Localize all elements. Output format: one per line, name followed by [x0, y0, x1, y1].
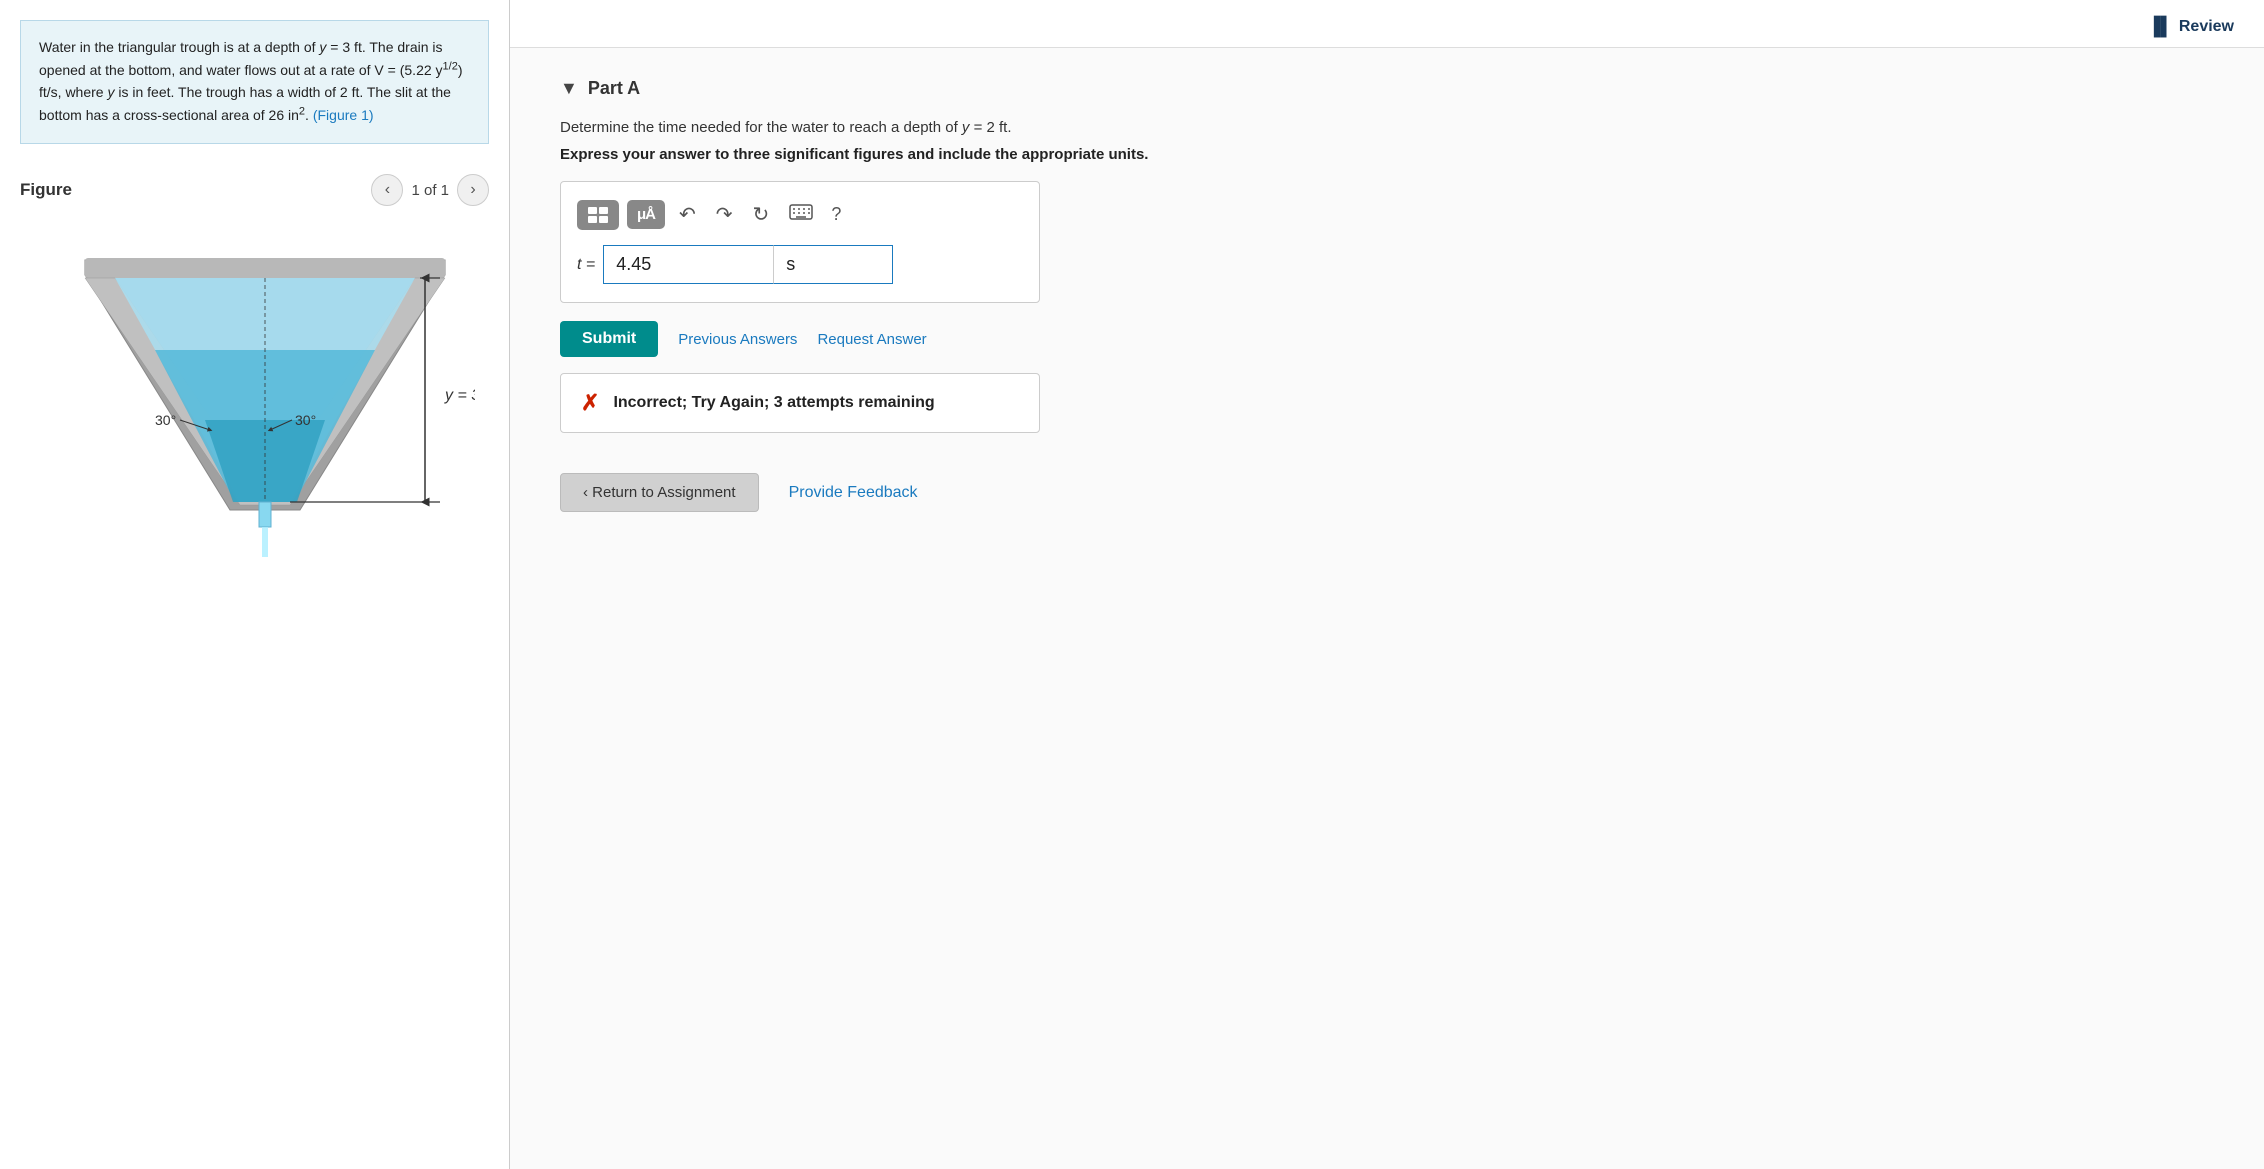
mu-button[interactable]: μÅ [627, 200, 665, 229]
right-content: ▼ Part A Determine the time needed for t… [510, 48, 2264, 542]
svg-text:30°: 30° [155, 412, 176, 428]
figure-prev-btn[interactable]: ‹ [371, 174, 403, 206]
previous-answers-link[interactable]: Previous Answers [678, 331, 797, 348]
part-title: Part A [588, 78, 640, 99]
review-icon: ▐▌ [2147, 16, 2173, 37]
keyboard-button[interactable] [783, 199, 819, 230]
return-to-assignment-button[interactable]: ‹ Return to Assignment [560, 473, 759, 512]
input-row: t = [577, 245, 1023, 284]
figure-link[interactable]: (Figure 1) [313, 107, 374, 123]
figure-counter: 1 of 1 [411, 182, 449, 199]
grid-matrix-icon [587, 206, 609, 224]
incorrect-feedback-box: ✗ Incorrect; Try Again; 3 attempts remai… [560, 373, 1040, 433]
request-answer-link[interactable]: Request Answer [817, 331, 926, 348]
submit-button[interactable]: Submit [560, 321, 658, 357]
svg-text:30°: 30° [295, 412, 316, 428]
page-layout: Water in the triangular trough is at a d… [0, 0, 2264, 1169]
incorrect-message: Incorrect; Try Again; 3 attempts remaini… [613, 394, 934, 412]
unit-input[interactable] [773, 245, 893, 284]
question-instruction: Express your answer to three significant… [560, 146, 2214, 163]
trough-diagram: y = 3 ft 30° 30° [20, 220, 489, 590]
input-label: t = [577, 256, 595, 274]
value-input[interactable] [603, 245, 773, 284]
undo-button[interactable]: ↶ [673, 198, 702, 231]
trough-svg: y = 3 ft 30° 30° [55, 230, 475, 590]
part-collapse-toggle[interactable]: ▼ [560, 78, 578, 99]
figure-header: Figure ‹ 1 of 1 › [20, 174, 489, 206]
reset-button[interactable]: ↻ [747, 198, 776, 231]
bottom-actions: ‹ Return to Assignment Provide Feedback [560, 473, 2214, 512]
mu-icon: μÅ [637, 206, 655, 223]
top-bar: ▐▌ Review [510, 0, 2264, 48]
grid-matrix-button[interactable] [577, 200, 619, 230]
provide-feedback-link[interactable]: Provide Feedback [789, 484, 918, 502]
problem-text: Water in the triangular trough is at a d… [39, 39, 463, 123]
problem-text-box: Water in the triangular trough is at a d… [20, 20, 489, 144]
help-label: ? [831, 204, 841, 225]
redo-button[interactable]: ↷ [710, 198, 739, 231]
figure-section: Figure ‹ 1 of 1 › [0, 164, 509, 610]
figure-nav: ‹ 1 of 1 › [371, 174, 489, 206]
figure-title: Figure [20, 180, 72, 200]
part-header: ▼ Part A [560, 78, 2214, 99]
right-panel: ▐▌ Review ▼ Part A Determine the time ne… [510, 0, 2264, 1169]
answer-box: μÅ ↶ ↷ ↻ [560, 181, 1040, 303]
review-label: Review [2179, 18, 2234, 36]
question-text: Determine the time needed for the water … [560, 119, 2214, 136]
left-panel: Water in the triangular trough is at a d… [0, 0, 510, 1169]
svg-text:y = 3 ft: y = 3 ft [444, 387, 475, 404]
review-button[interactable]: ▐▌ Review [2147, 16, 2234, 37]
toolbar-row: μÅ ↶ ↷ ↻ [577, 198, 1023, 231]
figure-next-btn[interactable]: › [457, 174, 489, 206]
submit-row: Submit Previous Answers Request Answer [560, 321, 2214, 357]
error-icon: ✗ [581, 390, 599, 416]
